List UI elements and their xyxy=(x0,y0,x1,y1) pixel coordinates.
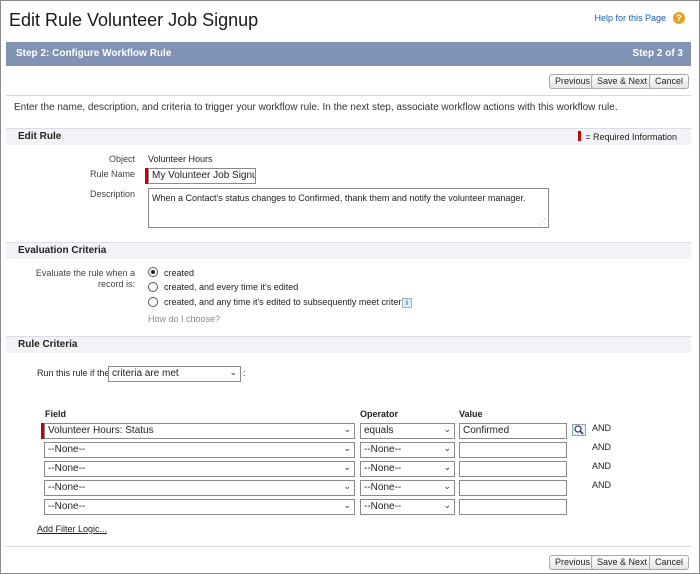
evaluate-label-line2: record is: xyxy=(97,279,135,289)
conjunction-and: AND xyxy=(592,423,612,433)
criteria-field-value: --None-- xyxy=(48,501,86,512)
object-value: Volunteer Hours xyxy=(148,154,213,164)
page-title: Edit Rule Volunteer Job Signup xyxy=(9,10,259,30)
section-evaluation-criteria: Evaluation Criteria xyxy=(6,242,691,259)
chevron-down-icon: ⌄ xyxy=(443,424,451,434)
column-header-field: Field xyxy=(45,409,67,419)
chevron-down-icon: ⌄ xyxy=(443,462,451,472)
run-rule-select[interactable]: criteria are met ⌄ xyxy=(108,366,241,382)
criteria-operator-select[interactable]: --None-- ⌄ xyxy=(360,480,455,496)
evaluate-label: Evaluate the rule when a record is: xyxy=(36,268,135,290)
criteria-field-select[interactable]: --None-- ⌄ xyxy=(44,461,355,477)
add-filter-logic-link[interactable]: Add Filter Logic... xyxy=(37,524,107,534)
evaluate-label-line1: Evaluate the rule when a xyxy=(35,268,135,278)
object-label: Object xyxy=(108,154,135,164)
run-rule-label: Run this rule if the xyxy=(37,368,110,378)
divider xyxy=(6,546,691,547)
criteria-field-select[interactable]: --None-- ⌄ xyxy=(44,442,355,458)
section-title: Edit Rule xyxy=(18,131,62,142)
question-icon[interactable]: ? xyxy=(673,12,685,24)
criteria-operator-select[interactable]: --None-- ⌄ xyxy=(360,499,455,515)
chevron-down-icon: ⌄ xyxy=(343,462,351,472)
step-bar: Step 2: Configure Workflow Rule Step 2 o… xyxy=(6,42,691,66)
column-header-operator: Operator xyxy=(360,409,399,419)
criteria-value-input[interactable]: Confirmed xyxy=(459,423,567,439)
step-label: Step 2: Configure Workflow Rule xyxy=(16,48,172,59)
radio-label-created-every-edit: created, and every time it's edited xyxy=(164,282,299,292)
chevron-down-icon: ⌄ xyxy=(343,500,351,510)
step-count: Step 2 of 3 xyxy=(632,48,683,59)
required-legend-text: = Required Information xyxy=(585,132,677,142)
section-title: Evaluation Criteria xyxy=(18,245,107,256)
criteria-operator-select[interactable]: --None-- ⌄ xyxy=(360,461,455,477)
criteria-operator-select[interactable]: equals ⌄ xyxy=(360,423,455,439)
description-text: When a Contact's status changes to Confi… xyxy=(152,193,526,203)
divider xyxy=(6,95,691,96)
rule-name-input[interactable]: My Volunteer Job Signu xyxy=(148,168,256,184)
radio-created-subsequently[interactable] xyxy=(148,297,158,307)
radio-created[interactable] xyxy=(148,267,158,277)
column-header-value: Value xyxy=(459,409,483,419)
previous-button-bottom[interactable]: Previous xyxy=(549,555,597,570)
criteria-value-input[interactable] xyxy=(459,442,567,458)
criteria-field-value: --None-- xyxy=(48,444,86,455)
chevron-down-icon: ⌄ xyxy=(343,481,351,491)
criteria-operator-select[interactable]: --None-- ⌄ xyxy=(360,442,455,458)
radio-label-created: created xyxy=(164,268,195,278)
criteria-field-select[interactable]: --None-- ⌄ xyxy=(44,480,355,496)
how-do-i-choose-link[interactable]: How do I choose? xyxy=(148,314,220,324)
description-label: Description xyxy=(89,189,135,199)
cancel-button-top[interactable]: Cancel xyxy=(649,74,690,89)
section-edit-rule: Edit Rule = Required Information xyxy=(6,128,691,145)
conjunction-and: AND xyxy=(592,480,612,490)
criteria-value-input[interactable] xyxy=(459,461,567,477)
chevron-down-icon: ⌄ xyxy=(443,481,451,491)
criteria-operator-value: --None-- xyxy=(364,463,402,474)
criteria-field-select[interactable]: --None-- ⌄ xyxy=(44,499,355,515)
criteria-field-value: --None-- xyxy=(48,463,86,474)
cancel-button-bottom[interactable]: Cancel xyxy=(649,555,690,570)
criteria-operator-value: equals xyxy=(364,425,394,436)
criteria-field-select[interactable]: Volunteer Hours: Status ⌄ xyxy=(44,423,355,439)
criteria-value-input[interactable] xyxy=(459,499,567,515)
run-rule-suffix: : xyxy=(243,368,246,378)
section-title: Rule Criteria xyxy=(18,339,78,350)
chevron-down-icon: ⌄ xyxy=(343,424,351,434)
save-next-button-top[interactable]: Save & Next xyxy=(591,74,654,89)
run-rule-value: criteria are met xyxy=(112,368,179,379)
lookup-icon[interactable] xyxy=(572,424,586,436)
conjunction-and: AND xyxy=(592,461,612,471)
criteria-value-input[interactable] xyxy=(459,480,567,496)
resize-handle-icon[interactable]: ⋰ xyxy=(538,217,546,226)
criteria-field-value: Volunteer Hours: Status xyxy=(48,425,154,436)
intro-text: Enter the name, description, and criteri… xyxy=(14,102,618,113)
chevron-down-icon: ⌄ xyxy=(229,367,237,377)
radio-label-created-subsequently: created, and any time it's edited to sub… xyxy=(164,297,409,307)
rule-name-label: Rule Name xyxy=(89,169,135,179)
info-icon[interactable]: i xyxy=(402,298,412,308)
radio-created-every-edit[interactable] xyxy=(148,282,158,292)
chevron-down-icon: ⌄ xyxy=(443,500,451,510)
chevron-down-icon: ⌄ xyxy=(343,443,351,453)
required-marker xyxy=(578,131,582,141)
help-link[interactable]: Help for this Page xyxy=(594,13,666,23)
previous-button-top[interactable]: Previous xyxy=(549,74,597,89)
criteria-operator-value: --None-- xyxy=(364,501,402,512)
criteria-operator-value: --None-- xyxy=(364,482,402,493)
criteria-field-value: --None-- xyxy=(48,482,86,493)
description-textarea[interactable]: When a Contact's status changes to Confi… xyxy=(148,188,549,228)
required-legend: = Required Information xyxy=(578,131,677,142)
section-rule-criteria: Rule Criteria xyxy=(6,336,691,353)
save-next-button-bottom[interactable]: Save & Next xyxy=(591,555,654,570)
conjunction-and: AND xyxy=(592,442,612,452)
chevron-down-icon: ⌄ xyxy=(443,443,451,453)
criteria-operator-value: --None-- xyxy=(364,444,402,455)
